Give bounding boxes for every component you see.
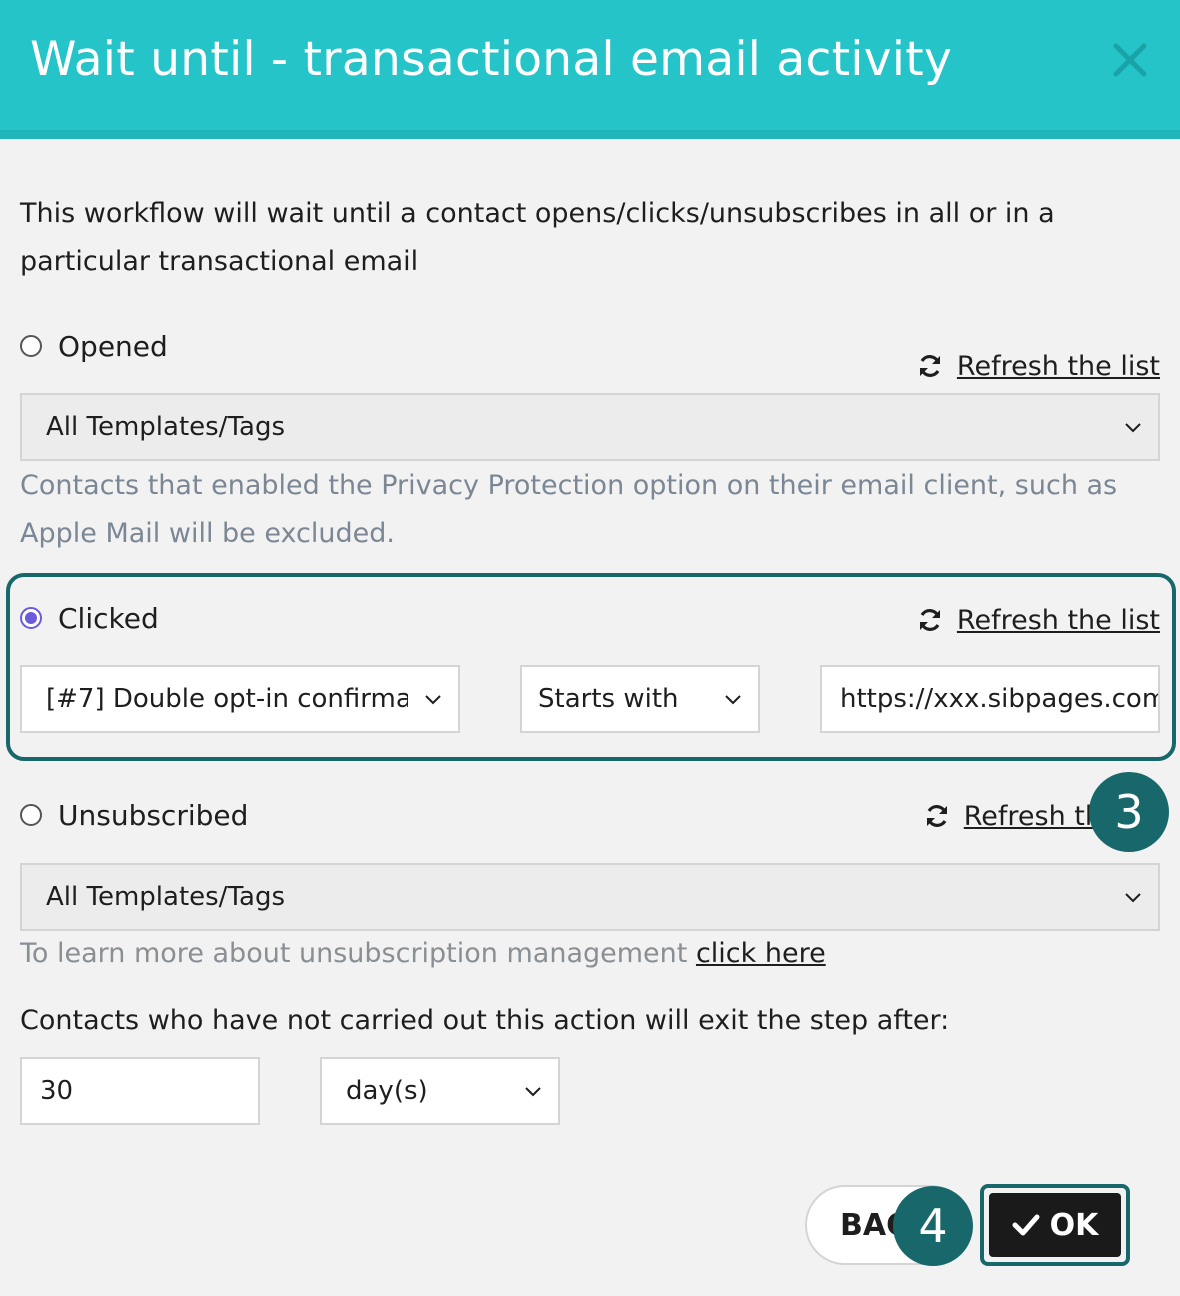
chevron-down-icon [525, 1087, 541, 1097]
exit-label: Contacts who have not carried out this a… [20, 1005, 950, 1036]
unsubscribed-template-select[interactable]: All Templates/Tags [20, 863, 1160, 931]
select-value: day(s) [346, 1076, 428, 1106]
unsubscribed-label: Unsubscribed [58, 798, 249, 832]
click-here-link[interactable]: click here [696, 938, 826, 969]
clicked-option[interactable]: Clicked [20, 598, 159, 638]
refresh-label: Refresh the list [956, 350, 1160, 382]
exit-amount-value: 30 [40, 1076, 74, 1106]
intro-text: This workflow will wait until a contact … [20, 198, 1055, 277]
opened-template-select[interactable]: All Templates/Tags [20, 393, 1160, 461]
privacy-hint: Contacts that enabled the Privacy Protec… [20, 470, 1118, 549]
step-badge-4: 4 [893, 1186, 973, 1266]
unsubscribed-radio[interactable] [20, 804, 42, 826]
exit-amount-input[interactable]: 30 [20, 1057, 260, 1125]
select-value: Starts with [538, 684, 679, 714]
exit-unit-select[interactable]: day(s) [320, 1057, 560, 1125]
checkmark-icon [1012, 1214, 1040, 1236]
select-value: All Templates/Tags [46, 882, 286, 912]
refresh-icon [919, 609, 940, 631]
unsubscribed-refresh-link[interactable]: Refresh th [924, 796, 1102, 836]
unsubscribed-option[interactable]: Unsubscribed [20, 795, 248, 835]
opened-label: Opened [58, 329, 168, 363]
refresh-icon [919, 355, 940, 377]
ok-button[interactable]: OK [989, 1193, 1121, 1257]
opened-refresh-link[interactable]: Refresh the list [917, 346, 1160, 386]
clicked-template-select[interactable]: [#7] Double opt-in confirmation [20, 665, 460, 733]
url-value: https://xxx.sibpages.com [840, 684, 1160, 714]
dialog-title: Wait until - transactional email activit… [30, 32, 953, 87]
clicked-radio[interactable] [20, 607, 42, 629]
clicked-label: Clicked [58, 601, 159, 635]
select-value: [#7] Double opt-in confirmation [46, 684, 408, 714]
unsubscription-hint: To learn more about unsubscription manag… [20, 938, 826, 969]
refresh-label: Refresh th [963, 800, 1102, 832]
select-value: All Templates/Tags [46, 412, 286, 442]
clicked-refresh-link[interactable]: Refresh the list [917, 600, 1160, 640]
chevron-down-icon [425, 695, 441, 705]
clicked-condition-select[interactable]: Starts with [520, 665, 760, 733]
chevron-down-icon [725, 695, 741, 705]
unsubscription-hint-text: To learn more about unsubscription manag… [20, 938, 688, 969]
refresh-icon [926, 805, 947, 827]
close-icon[interactable] [1110, 40, 1150, 80]
refresh-label: Refresh the list [956, 604, 1160, 636]
step-badge-3: 3 [1089, 772, 1169, 852]
chevron-down-icon [1125, 423, 1141, 433]
chevron-down-icon [1125, 893, 1141, 903]
ok-label: OK [1049, 1207, 1099, 1243]
opened-radio[interactable] [20, 335, 42, 357]
dialog-header: Wait until - transactional email activit… [0, 0, 1180, 139]
clicked-url-input[interactable]: https://xxx.sibpages.com [820, 665, 1160, 733]
opened-option[interactable]: Opened [20, 326, 168, 366]
